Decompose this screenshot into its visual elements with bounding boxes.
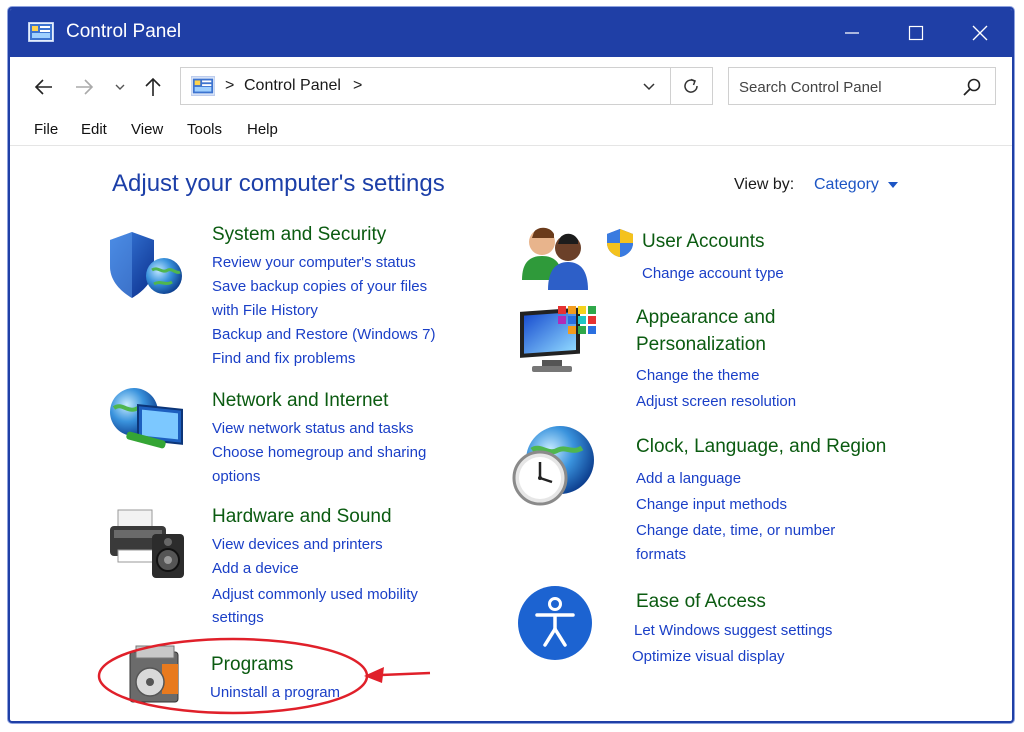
back-button[interactable] <box>32 75 56 99</box>
annotation-arrow-icon <box>364 667 431 683</box>
recent-locations-button[interactable] <box>108 75 132 99</box>
window-title: Control Panel <box>66 21 182 42</box>
link-find-fix-problems[interactable]: Find and fix problems <box>212 350 355 367</box>
menu-help[interactable]: Help <box>247 121 278 138</box>
refresh-button[interactable] <box>671 67 713 105</box>
breadcrumb-separator[interactable]: > <box>353 77 362 95</box>
link-network-status[interactable]: View network status and tasks <box>212 420 414 437</box>
link-date-time-format-cont[interactable]: formats <box>636 546 686 563</box>
menu-edit[interactable]: Edit <box>81 121 107 138</box>
link-date-time-format[interactable]: Change date, time, or number <box>636 522 835 539</box>
back-arrow-icon <box>34 79 52 95</box>
close-button[interactable] <box>948 9 1012 57</box>
chevron-down-icon <box>643 83 655 91</box>
clock-globe-icon[interactable] <box>510 422 596 508</box>
category-system-and-security[interactable]: System and Security <box>212 224 386 246</box>
printer-speaker-icon[interactable] <box>108 506 192 580</box>
annotation-ellipse <box>97 637 369 715</box>
monitor-palette-icon[interactable] <box>518 306 596 380</box>
link-add-device[interactable]: Add a device <box>212 560 299 577</box>
chevron-down-icon <box>115 84 125 90</box>
link-change-theme[interactable]: Change the theme <box>636 367 759 384</box>
view-by-dropdown[interactable]: Category <box>814 176 879 194</box>
link-windows-suggest-settings[interactable]: Let Windows suggest settings <box>634 622 832 639</box>
link-save-backup[interactable]: Save backup copies of your files <box>212 278 427 295</box>
category-ease-of-access[interactable]: Ease of Access <box>636 591 766 613</box>
view-by-label: View by: <box>734 176 795 193</box>
search-icon[interactable] <box>962 77 982 97</box>
users-icon[interactable] <box>518 222 596 292</box>
maximize-icon <box>908 25 924 41</box>
forward-button[interactable] <box>72 75 96 99</box>
control-panel-location-icon <box>190 76 216 101</box>
address-dropdown-button[interactable] <box>641 79 657 100</box>
up-arrow-icon <box>145 77 161 96</box>
link-mobility-settings-cont[interactable]: settings <box>212 609 264 626</box>
search-box[interactable] <box>728 67 996 105</box>
link-add-language[interactable]: Add a language <box>636 470 741 487</box>
link-backup-restore[interactable]: Backup and Restore (Windows 7) <box>212 326 435 343</box>
minimize-icon <box>845 32 859 34</box>
breadcrumb-separator[interactable]: > <box>225 77 234 95</box>
minimize-button[interactable] <box>820 9 884 57</box>
menu-view[interactable]: View <box>131 121 163 138</box>
accessibility-icon[interactable] <box>517 585 593 661</box>
breadcrumb-control-panel[interactable]: Control Panel <box>244 77 341 95</box>
control-panel-app-icon <box>27 21 55 47</box>
up-button[interactable] <box>141 75 165 99</box>
link-optimize-visual-display[interactable]: Optimize visual display <box>632 648 785 665</box>
title-bar[interactable]: Control Panel <box>10 9 1012 57</box>
forward-arrow-icon <box>76 79 94 95</box>
search-input[interactable] <box>737 74 951 100</box>
link-save-backup-cont[interactable]: with File History <box>212 302 318 319</box>
main-content: Adjust your computer's settings View by:… <box>10 146 1012 721</box>
close-icon <box>972 25 988 41</box>
category-appearance-line2[interactable]: Personalization <box>636 334 766 356</box>
link-screen-resolution[interactable]: Adjust screen resolution <box>636 393 796 410</box>
menu-file[interactable]: File <box>34 121 58 138</box>
link-homegroup-sharing[interactable]: Choose homegroup and sharing <box>212 444 426 461</box>
link-review-status[interactable]: Review your computer's status <box>212 254 416 271</box>
link-input-methods[interactable]: Change input methods <box>636 496 787 513</box>
category-user-accounts[interactable]: User Accounts <box>642 231 765 253</box>
network-globe-icon[interactable] <box>108 386 192 456</box>
link-mobility-settings[interactable]: Adjust commonly used mobility <box>212 586 418 603</box>
link-devices-printers[interactable]: View devices and printers <box>212 536 383 553</box>
address-field[interactable]: > Control Panel > <box>180 67 671 105</box>
address-toolbar: > Control Panel > <box>10 57 1012 115</box>
control-panel-window: Control Panel > Control Panel > Search C… <box>8 7 1014 723</box>
page-title: Adjust your computer's settings <box>112 170 445 197</box>
caret-down-icon[interactable] <box>888 182 898 188</box>
maximize-button[interactable] <box>884 9 948 57</box>
category-clock-language-region[interactable]: Clock, Language, and Region <box>636 436 886 458</box>
link-change-account-type[interactable]: Change account type <box>642 265 784 282</box>
uac-shield-icon <box>607 229 633 257</box>
category-network-and-internet[interactable]: Network and Internet <box>212 390 388 412</box>
menu-tools[interactable]: Tools <box>187 121 222 138</box>
menu-bar: File Edit View Tools Help <box>10 115 1012 146</box>
shield-globe-icon[interactable] <box>110 230 190 300</box>
category-hardware-and-sound[interactable]: Hardware and Sound <box>212 506 392 528</box>
refresh-icon <box>684 78 698 93</box>
category-appearance-line1[interactable]: Appearance and <box>636 307 775 329</box>
link-homegroup-sharing-cont[interactable]: options <box>212 468 260 485</box>
